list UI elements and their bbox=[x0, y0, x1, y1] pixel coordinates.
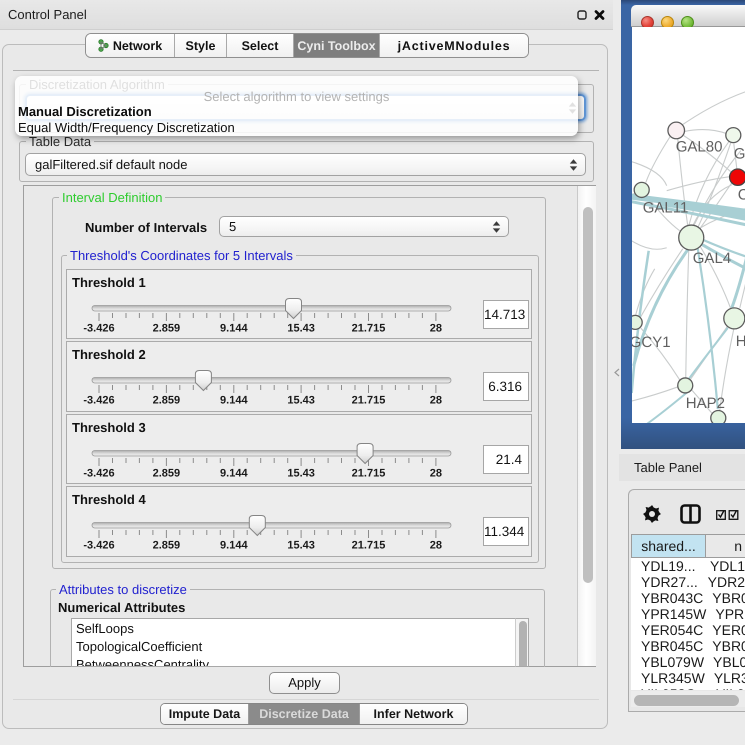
svg-text:HAP2: HAP2 bbox=[685, 394, 724, 411]
svg-text:GAL4: GAL4 bbox=[692, 249, 730, 266]
svg-text:-3.426: -3.426 bbox=[83, 540, 114, 552]
svg-text:28: 28 bbox=[430, 467, 442, 479]
svg-text:9.144: 9.144 bbox=[220, 467, 248, 479]
svg-text:21.715: 21.715 bbox=[352, 467, 386, 479]
svg-text:GAL80: GAL80 bbox=[675, 138, 722, 155]
svg-text:28: 28 bbox=[430, 540, 442, 552]
svg-text:21.715: 21.715 bbox=[352, 540, 386, 552]
svg-text:2.859: 2.859 bbox=[153, 395, 181, 407]
svg-text:GCY1: GCY1 bbox=[632, 333, 671, 350]
svg-text:-3.426: -3.426 bbox=[83, 395, 114, 407]
svg-text:21.715: 21.715 bbox=[352, 322, 386, 334]
svg-text:-3.426: -3.426 bbox=[83, 322, 114, 334]
svg-text:H: H bbox=[735, 332, 745, 349]
svg-text:2.859: 2.859 bbox=[153, 467, 181, 479]
svg-text:28: 28 bbox=[430, 322, 442, 334]
svg-text:9.144: 9.144 bbox=[220, 540, 248, 552]
svg-text:-3.426: -3.426 bbox=[83, 467, 114, 479]
svg-text:2.859: 2.859 bbox=[153, 540, 181, 552]
svg-text:15.43: 15.43 bbox=[287, 467, 315, 479]
svg-text:28: 28 bbox=[430, 395, 442, 407]
svg-text:C: C bbox=[737, 186, 745, 203]
svg-text:15.43: 15.43 bbox=[287, 540, 315, 552]
svg-text:15.43: 15.43 bbox=[287, 322, 315, 334]
svg-text:GA: GA bbox=[733, 145, 745, 162]
svg-text:21.715: 21.715 bbox=[352, 395, 386, 407]
svg-text:2.859: 2.859 bbox=[153, 322, 181, 334]
svg-text:9.144: 9.144 bbox=[220, 395, 248, 407]
svg-text:15.43: 15.43 bbox=[287, 395, 315, 407]
svg-text:GAL11: GAL11 bbox=[642, 199, 688, 216]
svg-text:9.144: 9.144 bbox=[220, 322, 248, 334]
